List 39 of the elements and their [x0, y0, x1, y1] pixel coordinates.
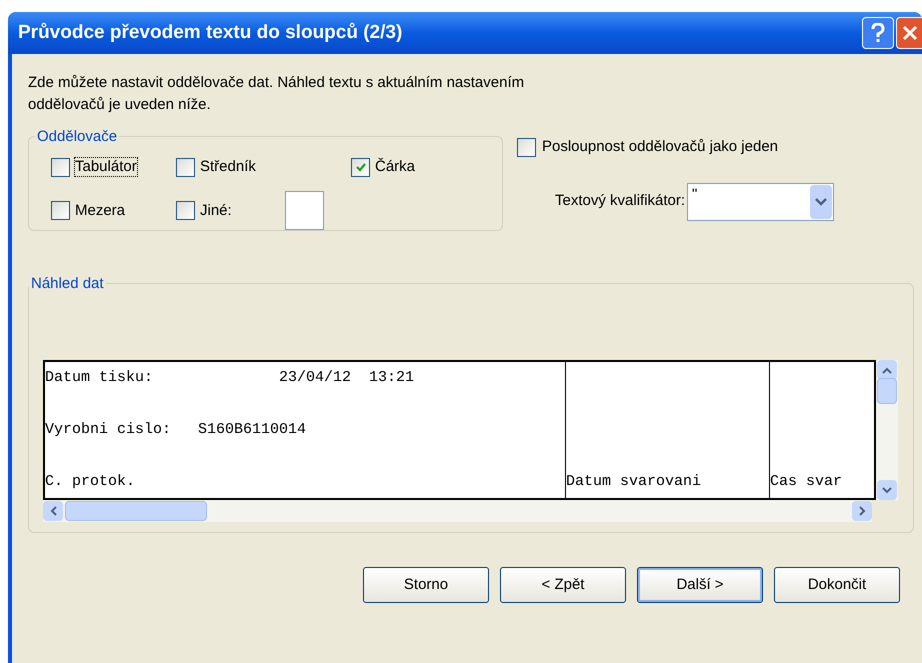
- preview-cell: Datum svarovani: [566, 473, 702, 490]
- dialog-button[interactable]: Storno: [363, 567, 489, 603]
- help-button[interactable]: [862, 17, 894, 49]
- checkbox[interactable]: [51, 201, 70, 220]
- vertical-scrollbar[interactable]: [876, 360, 898, 500]
- checkbox-label: Středník: [199, 157, 257, 177]
- help-icon: [870, 23, 886, 43]
- other-delimiter-field[interactable]: [284, 191, 324, 230]
- checkbox[interactable]: [351, 158, 370, 176]
- dialog-button[interactable]: Další >: [637, 567, 763, 603]
- checkbox-label: Posloupnost oddělovačů jako jeden: [542, 137, 778, 157]
- description-text: Zde můžete nastavit oddělovače dat. Náhled textu s aktuálním nastavením oddělovačů je uveden níže.: [28, 73, 526, 115]
- scroll-left-icon[interactable]: [43, 501, 63, 521]
- qualifier-label: Textový kvalifikátor:: [555, 191, 686, 212]
- scroll-down-icon[interactable]: [877, 480, 897, 500]
- dialog-button[interactable]: < Zpět: [500, 567, 626, 603]
- preview-cell: C. protok.: [45, 473, 136, 490]
- preview-cell: Datum tisku: 23/04/12 13:21: [45, 369, 414, 386]
- window-title: Průvodce převodem textu do sloupců (2/3): [18, 20, 404, 45]
- close-button[interactable]: [896, 17, 922, 49]
- close-icon: [902, 25, 918, 41]
- checkbox[interactable]: [51, 158, 70, 176]
- checkbox[interactable]: [517, 138, 536, 157]
- checkbox[interactable]: [176, 201, 195, 220]
- scroll-right-icon[interactable]: [852, 501, 872, 521]
- preview-cell: Vyrobni cislo: S160B6110014: [45, 421, 306, 438]
- scroll-thumb[interactable]: [65, 501, 207, 521]
- checkbox[interactable]: [176, 158, 195, 176]
- preview-cell: Cas svar: [770, 473, 842, 490]
- scroll-thumb[interactable]: [877, 378, 897, 404]
- qualifier-dropdown[interactable]: ": [687, 182, 834, 220]
- scroll-up-icon[interactable]: [877, 360, 897, 380]
- checkmark-icon: [354, 161, 366, 173]
- horizontal-scrollbar[interactable]: [43, 500, 872, 522]
- checkbox-label: Jiné:: [199, 200, 233, 220]
- checkbox-label: Mezera: [74, 200, 126, 220]
- dialog-button[interactable]: Dokončit: [774, 567, 900, 603]
- checkbox-label: Čárka: [374, 157, 416, 177]
- checkbox-label: Tabulátor: [74, 157, 138, 177]
